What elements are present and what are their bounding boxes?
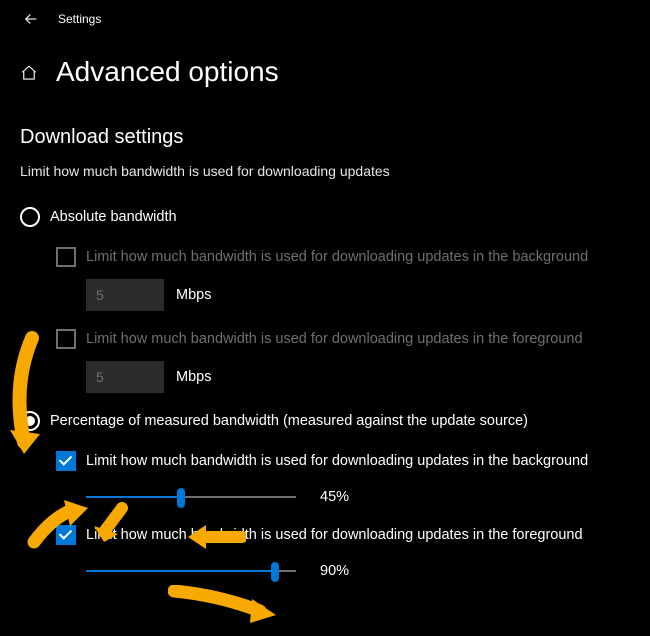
- checkbox-icon: [56, 329, 76, 349]
- absolute-bg-unit: Mbps: [176, 287, 211, 303]
- page-title: Advanced options: [56, 56, 279, 88]
- absolute-bg-checkbox[interactable]: Limit how much bandwidth is used for dow…: [56, 247, 650, 267]
- section-desc: Limit how much bandwidth is used for dow…: [0, 149, 650, 179]
- checkbox-icon: [56, 247, 76, 267]
- checkbox-icon: [56, 451, 76, 471]
- percentage-block: Limit how much bandwidth is used for dow…: [0, 451, 650, 581]
- annotation-arrow-icon: [168, 585, 278, 625]
- absolute-fg-input[interactable]: [86, 361, 164, 393]
- percentage-bg-slider-row: 45%: [86, 487, 650, 507]
- checkbox-icon: [56, 525, 76, 545]
- app-title: Settings: [58, 12, 101, 26]
- absolute-fg-input-row: Mbps: [86, 361, 650, 393]
- radio-icon: [20, 207, 40, 227]
- percentage-fg-checkbox[interactable]: Limit how much bandwidth is used for dow…: [56, 525, 650, 545]
- checkbox-label: Limit how much bandwidth is used for dow…: [86, 527, 583, 543]
- slider-thumb: [177, 488, 185, 508]
- percentage-bg-checkbox[interactable]: Limit how much bandwidth is used for dow…: [56, 451, 650, 471]
- back-icon[interactable]: [22, 10, 40, 28]
- slider-thumb: [271, 562, 279, 582]
- percentage-fg-slider-row: 90%: [86, 561, 650, 581]
- absolute-block: Limit how much bandwidth is used for dow…: [0, 247, 650, 393]
- percentage-fg-slider[interactable]: [86, 561, 296, 581]
- checkbox-label: Limit how much bandwidth is used for dow…: [86, 249, 588, 265]
- radio-label: Absolute bandwidth: [50, 209, 177, 225]
- home-icon[interactable]: [20, 64, 38, 87]
- percentage-fg-value: 90%: [320, 563, 360, 579]
- absolute-bg-input[interactable]: [86, 279, 164, 311]
- radio-absolute-bandwidth[interactable]: Absolute bandwidth: [0, 207, 650, 227]
- checkbox-label: Limit how much bandwidth is used for dow…: [86, 331, 583, 347]
- absolute-fg-unit: Mbps: [176, 369, 211, 385]
- slider-fill: [86, 570, 275, 572]
- header: Advanced options: [0, 28, 650, 88]
- section-title: Download settings: [0, 88, 650, 149]
- titlebar: Settings: [0, 0, 650, 28]
- percentage-bg-slider[interactable]: [86, 487, 296, 507]
- checkbox-label: Limit how much bandwidth is used for dow…: [86, 453, 588, 469]
- radio-percentage-bandwidth[interactable]: Percentage of measured bandwidth (measur…: [0, 411, 650, 431]
- radio-icon: [20, 411, 40, 431]
- radio-label: Percentage of measured bandwidth (measur…: [50, 413, 528, 429]
- slider-fill: [86, 496, 181, 498]
- absolute-bg-input-row: Mbps: [86, 279, 650, 311]
- percentage-bg-value: 45%: [320, 489, 360, 505]
- absolute-fg-checkbox[interactable]: Limit how much bandwidth is used for dow…: [56, 329, 650, 349]
